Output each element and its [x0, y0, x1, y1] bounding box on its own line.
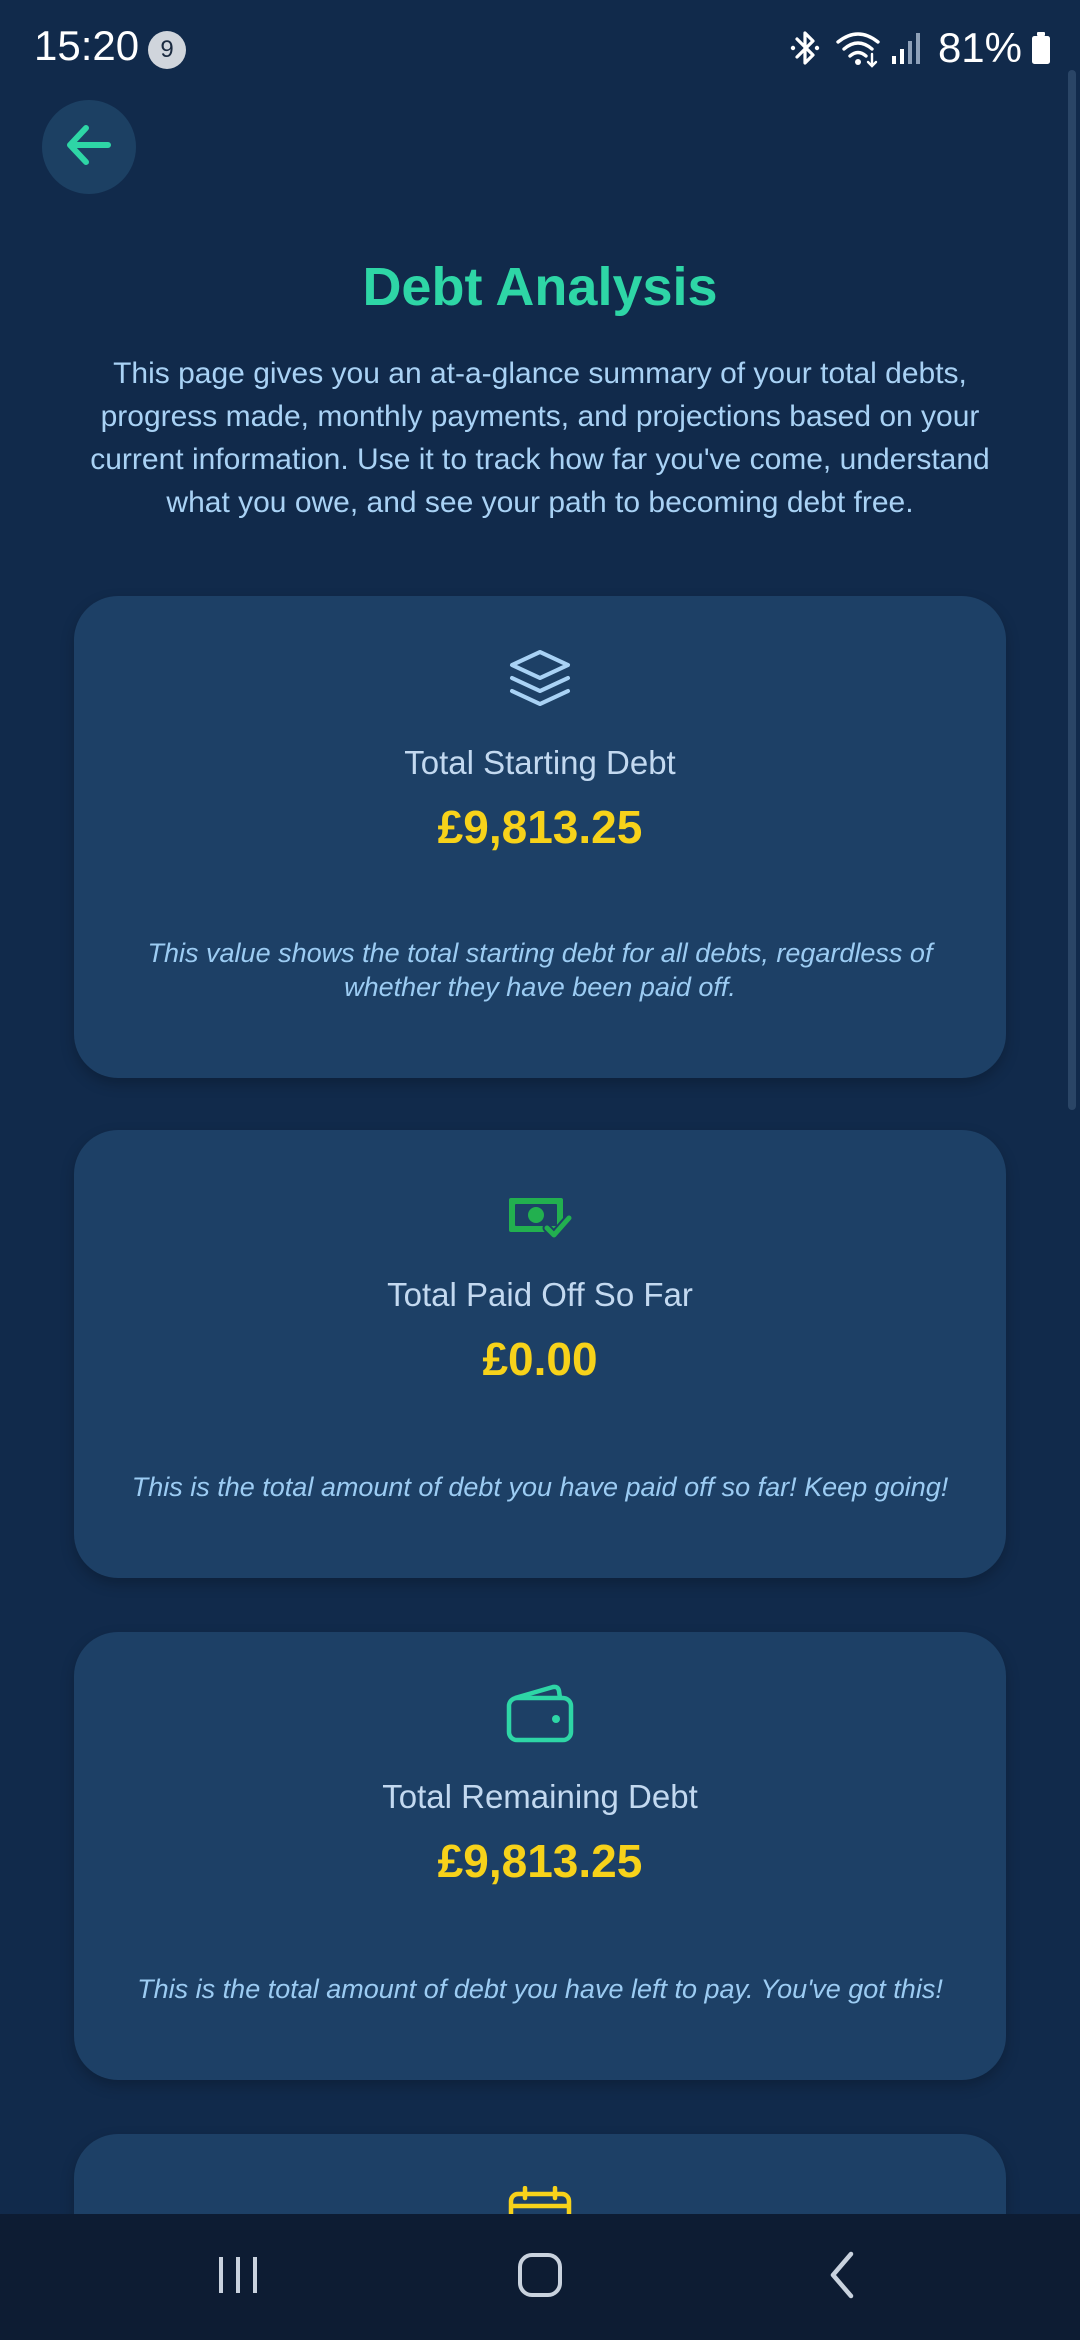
card-title: Total Paid Off So Far: [387, 1276, 693, 1313]
status-icons: 81%: [788, 20, 1052, 76]
card-value: £0.00: [482, 1333, 598, 1385]
battery-percentage: 81%: [937, 24, 1022, 71]
remaining-debt-card: Total Remaining Debt £9,813.25 This is t…: [74, 1632, 1006, 2080]
system-navigation-bar: [0, 2214, 1080, 2340]
system-back-button[interactable]: [762, 2214, 922, 2340]
card-value: £9,813.25: [437, 801, 643, 853]
status-bar: 15:20 9 81%: [0, 0, 1080, 96]
card-note: This is the total amount of debt you hav…: [137, 1974, 943, 2004]
home-button[interactable]: [460, 2214, 620, 2340]
bluetooth-icon: [788, 28, 822, 68]
card-title: Total Starting Debt: [404, 744, 676, 781]
wallet-icon: [505, 1682, 575, 1749]
cash-check-icon: [507, 1194, 574, 1245]
debt-analysis-screen: 15:20 9 81% Debt Analysis This page give…: [0, 0, 1080, 2340]
wifi-icon: [834, 28, 882, 68]
card-note: This is the total amount of debt you hav…: [131, 1472, 949, 1502]
home-icon: [516, 2251, 564, 2304]
chevron-left-icon: [825, 2250, 859, 2305]
card-title: Total Remaining Debt: [382, 1778, 698, 1815]
arrow-left-icon: [62, 118, 116, 177]
back-button[interactable]: [42, 100, 136, 194]
paid-off-card: Total Paid Off So Far £0.00 This is the …: [74, 1130, 1006, 1578]
status-time: 15:20: [34, 22, 140, 69]
card-note: This value shows the total starting debt…: [147, 938, 933, 1002]
starting-debt-card: Total Starting Debt £9,813.25 This value…: [74, 596, 1006, 1078]
recent-apps-button[interactable]: [158, 2214, 318, 2340]
signal-icon: [890, 28, 924, 68]
page-description: This page gives you an at-a-glance summa…: [90, 357, 990, 519]
page-title: Debt Analysis: [362, 257, 718, 317]
recent-apps-icon: [215, 2253, 261, 2302]
battery-icon: [1030, 28, 1052, 68]
scrollbar-thumb[interactable]: [1068, 70, 1076, 1110]
layers-icon: [508, 648, 572, 715]
notification-count-badge: 9: [148, 31, 186, 69]
card-value: £9,813.25: [437, 1835, 643, 1887]
